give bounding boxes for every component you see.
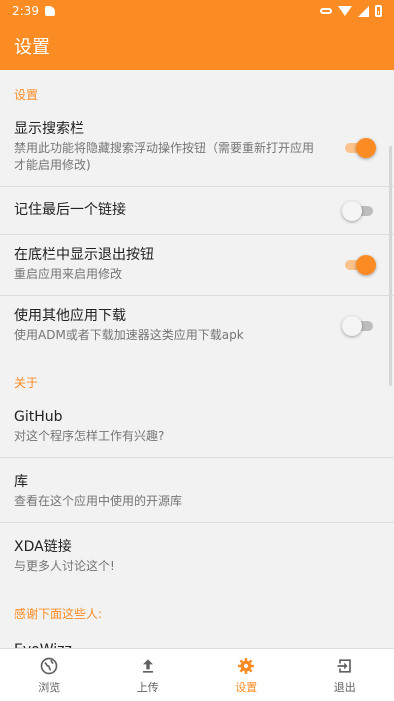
setting-show-search-bar[interactable]: 显示搜索栏 禁用此功能将隐藏搜索浮动操作按钮（需要重新打开应用才能启用修改) xyxy=(0,109,394,187)
toggle-show-exit-button[interactable] xyxy=(342,255,376,275)
setting-summary: 使用ADM或者下载加速器这类应用下载apk xyxy=(14,327,324,344)
toggle-show-search-bar[interactable] xyxy=(342,138,376,158)
notification-cat-icon xyxy=(45,6,55,16)
thanks-title: EvoWizz xyxy=(14,640,324,648)
setting-title: 显示搜索栏 xyxy=(14,119,324,139)
setting-show-exit-button[interactable]: 在底栏中显示退出按钮 重启应用来启用修改 xyxy=(0,235,394,296)
status-bar: 2:39 xyxy=(0,0,394,22)
thanks-evowizz[interactable]: EvoWizz xyxy=(0,628,394,648)
toggle-thumb xyxy=(342,201,362,221)
exit-icon xyxy=(335,656,355,676)
gear-icon xyxy=(236,656,256,676)
nav-exit[interactable]: 退出 xyxy=(296,649,394,701)
toggle-remember-last-link[interactable] xyxy=(342,201,376,221)
setting-external-downloader[interactable]: 使用其他应用下载 使用ADM或者下载加速器这类应用下载apk xyxy=(0,296,394,356)
nav-settings[interactable]: 设置 xyxy=(197,649,296,701)
nav-upload[interactable]: 上传 xyxy=(99,649,198,701)
about-title: XDA链接 xyxy=(14,537,324,557)
app-bar: 设置 xyxy=(0,22,394,70)
upload-icon xyxy=(138,656,158,676)
section-header-thanks: 感谢下面这些人: xyxy=(0,587,394,628)
status-time: 2:39 xyxy=(12,4,39,18)
toggle-thumb xyxy=(356,255,376,275)
globe-icon xyxy=(39,656,59,676)
about-xda-link[interactable]: XDA链接 与更多人讨论这个! xyxy=(0,523,394,587)
nav-label: 上传 xyxy=(137,679,159,695)
about-github[interactable]: GitHub 对这个程序怎样工作有兴趣? xyxy=(0,397,394,458)
setting-summary: 重启应用来启用修改 xyxy=(14,266,324,283)
nav-label: 浏览 xyxy=(38,679,60,695)
about-title: 库 xyxy=(14,472,324,492)
toggle-thumb xyxy=(342,316,362,336)
nav-browse[interactable]: 浏览 xyxy=(0,649,99,701)
about-title: GitHub xyxy=(14,407,324,427)
setting-title: 使用其他应用下载 xyxy=(14,306,324,326)
setting-title: 记住最后一个链接 xyxy=(14,200,324,220)
wifi-icon xyxy=(338,6,352,16)
about-libraries[interactable]: 库 查看在这个应用中使用的开源库 xyxy=(0,458,394,523)
about-summary: 对这个程序怎样工作有兴趣? xyxy=(14,428,324,445)
nav-label: 设置 xyxy=(235,679,257,695)
toggle-thumb xyxy=(356,138,376,158)
setting-summary: 禁用此功能将隐藏搜索浮动操作按钮（需要重新打开应用才能启用修改) xyxy=(14,140,324,174)
section-header-about: 关于 xyxy=(0,356,394,397)
about-summary: 查看在这个应用中使用的开源库 xyxy=(14,493,324,510)
section-header-settings: 设置 xyxy=(0,70,394,109)
setting-remember-last-link[interactable]: 记住最后一个链接 xyxy=(0,187,394,235)
setting-title: 在底栏中显示退出按钮 xyxy=(14,245,324,265)
link-icon xyxy=(320,8,332,14)
bottom-navigation: 浏览 上传 设置 退出 xyxy=(0,648,394,701)
about-summary: 与更多人讨论这个! xyxy=(14,558,324,575)
toggle-external-downloader[interactable] xyxy=(342,316,376,336)
page-title: 设置 xyxy=(14,33,50,59)
nav-label: 退出 xyxy=(334,679,356,695)
battery-icon xyxy=(375,5,382,17)
settings-list[interactable]: 设置 显示搜索栏 禁用此功能将隐藏搜索浮动操作按钮（需要重新打开应用才能启用修改… xyxy=(0,70,394,648)
signal-icon xyxy=(358,6,369,17)
